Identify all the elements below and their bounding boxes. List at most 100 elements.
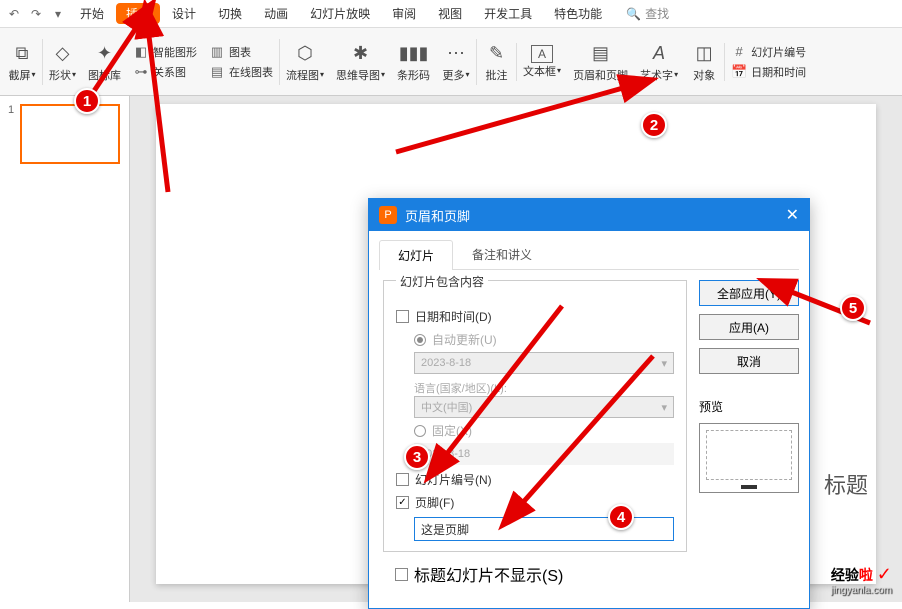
apply-button[interactable]: 应用(A) <box>699 314 799 340</box>
watermark-url: jingyanla.com <box>831 585 892 596</box>
chevron-down-icon: ▾ <box>466 70 470 79</box>
textbox-button[interactable]: A 文本框▾ <box>516 43 567 81</box>
language-label: 语言(国家/地区)(L): <box>414 380 674 396</box>
slide-title-placeholder: 标题 <box>824 468 868 500</box>
annotation-3: 3 <box>404 444 430 470</box>
chevron-down-icon: ▾ <box>31 70 35 79</box>
radio-icon <box>414 425 426 437</box>
wordart-button[interactable]: A 艺术字▾ <box>634 39 684 85</box>
relation-icon: ⊶ <box>133 64 149 80</box>
flowchart-button[interactable]: ⬡ 流程图▾ <box>279 39 330 85</box>
menu-slideshow[interactable]: 幻灯片放映 <box>300 3 380 24</box>
datetime-checkbox-row[interactable]: 日期和时间(D) <box>396 308 674 325</box>
thumbnail-item[interactable]: 1 <box>8 104 121 164</box>
tab-notes[interactable]: 备注和讲义 <box>453 239 551 269</box>
close-icon[interactable]: ✕ <box>786 205 799 225</box>
menubar: ↶ ↷ ▾ 开始 插入 设计 切换 动画 幻灯片放映 审阅 视图 开发工具 特色… <box>0 0 902 28</box>
menu-start[interactable]: 开始 <box>70 3 114 24</box>
mindmap-button[interactable]: ✱ 思维导图▾ <box>330 39 391 85</box>
footer-checkbox-row[interactable]: 页脚(F) <box>396 494 674 511</box>
checkbox-icon <box>396 310 409 323</box>
annotation-1: 1 <box>74 88 100 114</box>
online-chart-icon: ▤ <box>209 64 225 80</box>
datetime-button[interactable]: 📅日期和时间 <box>729 63 808 81</box>
menu-transition[interactable]: 切换 <box>208 3 252 24</box>
language-combo[interactable]: 中文(中国) ▾ <box>414 396 674 418</box>
chevron-down-icon: ▾ <box>661 401 667 414</box>
dialog-titlebar[interactable]: P 页眉和页脚 ✕ <box>369 199 809 231</box>
chart-group: ◧智能图形 ⊶关系图 <box>127 43 203 81</box>
checkbox-icon <box>395 568 408 581</box>
chart-button[interactable]: ▥图表 <box>207 43 275 61</box>
shapes-button[interactable]: ◇ 形状▾ <box>42 39 82 85</box>
qat-dropdown-icon[interactable]: ▾ <box>48 4 68 24</box>
dialog-title: 页眉和页脚 <box>405 206 470 225</box>
annotation-2: 2 <box>641 112 667 138</box>
cancel-button[interactable]: 取消 <box>699 348 799 374</box>
icon-library-button[interactable]: ✦ 图标库 <box>82 39 127 85</box>
icon-library-icon: ✦ <box>92 41 118 67</box>
slide-number-icon: # <box>731 44 747 60</box>
relation-button[interactable]: ⊶关系图 <box>131 63 199 81</box>
more-button[interactable]: ⋯ 更多▾ <box>436 39 476 85</box>
smartart-button[interactable]: ◧智能图形 <box>131 43 199 61</box>
menu-view[interactable]: 视图 <box>428 3 472 24</box>
more-icon: ⋯ <box>443 41 469 67</box>
numbering-group: #幻灯片编号 📅日期和时间 <box>724 43 812 81</box>
menu-design[interactable]: 设计 <box>162 3 206 24</box>
comment-icon: ✎ <box>484 41 510 67</box>
chevron-down-icon: ▾ <box>557 66 561 75</box>
menu-special[interactable]: 特色功能 <box>544 3 612 24</box>
flowchart-icon: ⬡ <box>292 41 318 67</box>
menu-devtools[interactable]: 开发工具 <box>474 3 542 24</box>
tab-slide[interactable]: 幻灯片 <box>379 240 453 270</box>
ribbon-insert: ⧉ 截屏▾ ◇ 形状▾ ✦ 图标库 ◧智能图形 ⊶关系图 ▥图表 ▤在线图表 ⬡… <box>0 28 902 96</box>
object-button[interactable]: ◫ 对象 <box>684 39 724 85</box>
slide-thumbnails: 1 <box>0 96 130 602</box>
chevron-down-icon: ▾ <box>661 357 667 370</box>
undo-icon[interactable]: ↶ <box>4 4 24 24</box>
chevron-down-icon: ▾ <box>320 70 324 79</box>
slide-number-checkbox-row[interactable]: 幻灯片编号(N) <box>396 471 674 488</box>
chart-group2: ▥图表 ▤在线图表 <box>203 43 279 81</box>
radio-icon <box>414 334 426 346</box>
fixed-radio[interactable]: 固定(X) <box>414 422 674 439</box>
checkmark-icon: ✓ <box>877 564 892 584</box>
search-box[interactable]: 🔍 查找 <box>626 5 669 22</box>
textbox-icon: A <box>531 45 553 63</box>
preview-box <box>699 423 799 493</box>
content-groupbox: 幻灯片包含内容 日期和时间(D) 自动更新(U) 2023-8-18 ▾ 语言(… <box>383 280 687 552</box>
menu-insert[interactable]: 插入 <box>116 3 160 24</box>
header-footer-button[interactable]: ▤ 页眉和页脚 <box>567 39 634 85</box>
preview-label: 预览 <box>699 398 799 415</box>
mindmap-icon: ✱ <box>348 41 374 67</box>
search-label: 查找 <box>645 5 669 22</box>
barcode-icon: ▮▮▮ <box>401 41 427 67</box>
hide-title-checkbox-row[interactable]: 标题幻灯片不显示(S) <box>395 562 687 586</box>
chevron-down-icon: ▾ <box>674 70 678 79</box>
annotation-5: 5 <box>840 295 866 321</box>
apply-all-button[interactable]: 全部应用(Y) <box>699 280 799 306</box>
menu-animation[interactable]: 动画 <box>254 3 298 24</box>
screenshot-button[interactable]: ⧉ 截屏▾ <box>2 39 42 85</box>
barcode-button[interactable]: ▮▮▮ 条形码 <box>391 39 436 85</box>
checkbox-icon <box>396 496 409 509</box>
footer-text-input[interactable]: 这是页脚 <box>414 517 674 541</box>
shapes-icon: ◇ <box>50 41 76 67</box>
dialog-body: 幻灯片包含内容 日期和时间(D) 自动更新(U) 2023-8-18 ▾ 语言(… <box>369 270 809 608</box>
menu-review[interactable]: 审阅 <box>382 3 426 24</box>
wordart-icon: A <box>646 41 672 67</box>
object-icon: ◫ <box>691 41 717 67</box>
fixed-input[interactable]: 2023-8-18 <box>414 443 674 465</box>
auto-update-radio[interactable]: 自动更新(U) <box>414 331 674 348</box>
smartart-icon: ◧ <box>133 44 149 60</box>
calendar-icon: 📅 <box>731 64 747 80</box>
slide-number-button[interactable]: #幻灯片编号 <box>729 43 808 61</box>
thumbnail-number: 1 <box>8 104 14 164</box>
comment-button[interactable]: ✎ 批注 <box>476 39 516 85</box>
date-format-combo[interactable]: 2023-8-18 ▾ <box>414 352 674 374</box>
dialog-tabs: 幻灯片 备注和讲义 <box>379 239 799 270</box>
app-icon: P <box>379 206 397 224</box>
online-chart-button[interactable]: ▤在线图表 <box>207 63 275 81</box>
redo-icon[interactable]: ↷ <box>26 4 46 24</box>
